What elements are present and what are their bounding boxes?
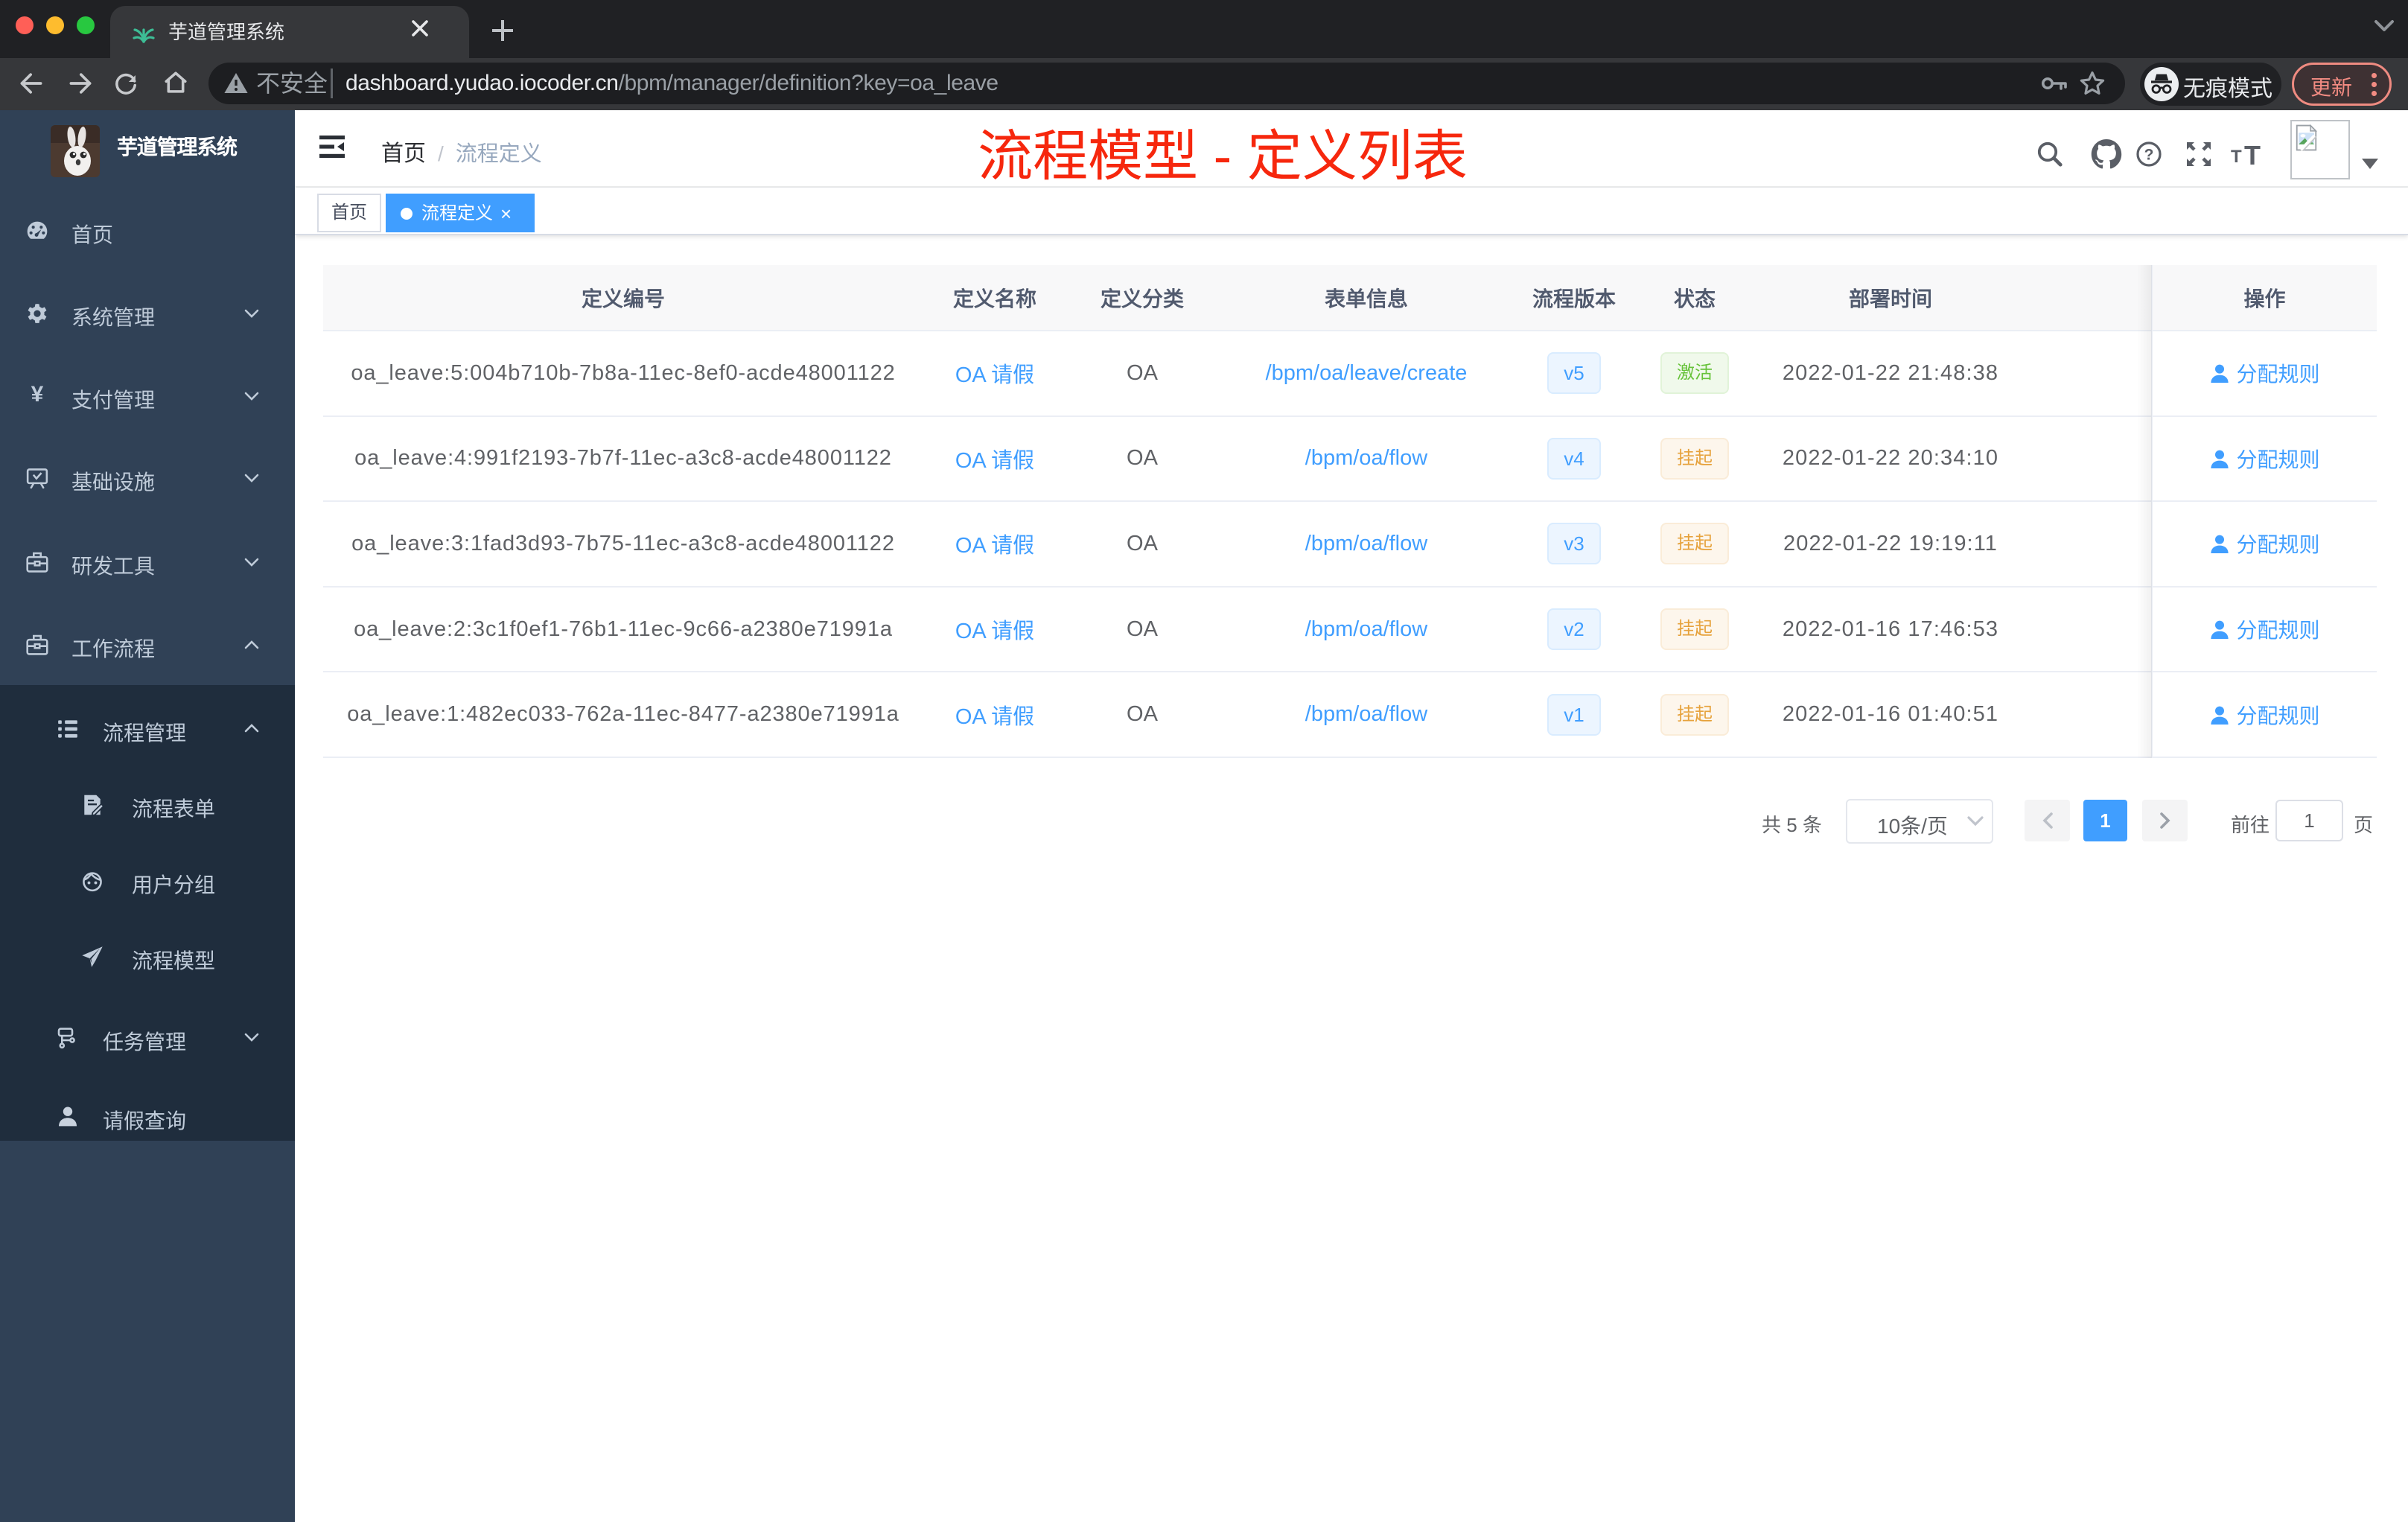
svg-text:?: ? bbox=[2144, 146, 2154, 163]
